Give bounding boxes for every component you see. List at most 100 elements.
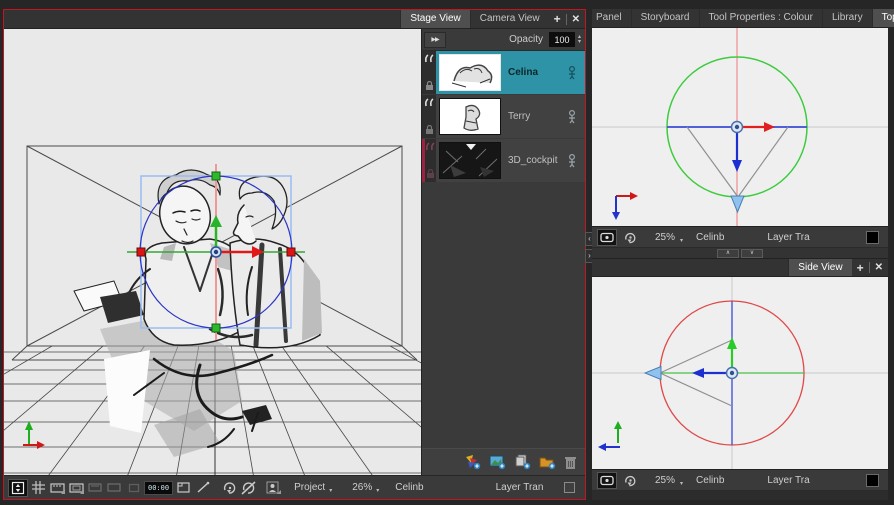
layer-person-icon[interactable] — [567, 110, 577, 124]
view-splitter[interactable]: ∧ ∨ — [592, 248, 888, 259]
rotate-view-button[interactable] — [221, 479, 238, 497]
splitter-up-button[interactable]: ∧ — [717, 249, 739, 258]
stage-scene — [4, 29, 421, 475]
x-arrowhead — [764, 122, 775, 132]
layer-thumbnail[interactable] — [439, 98, 501, 135]
scale-handle-left[interactable] — [137, 248, 145, 256]
layers-panel: ▶▶ Opacity 100 ▴ ▾ — [421, 29, 585, 475]
zoom-level-selector[interactable]: 25% — [655, 475, 675, 486]
lock-icon[interactable] — [425, 125, 434, 135]
tab-top-view[interactable]: Top View — [872, 9, 894, 27]
pivot-center-dot — [735, 125, 739, 129]
tab-tool-properties[interactable]: Tool Properties : Colour — [699, 9, 823, 27]
camera-marker[interactable] — [731, 196, 744, 212]
spinner-down-icon[interactable]: ▾ — [578, 40, 581, 45]
stage-viewport[interactable] — [4, 29, 421, 475]
top-view-viewport[interactable] — [592, 28, 888, 227]
layer-person-icon[interactable] — [567, 66, 577, 80]
add-view-button[interactable]: + — [554, 12, 561, 26]
layer-row-terry[interactable]: Terry — [422, 95, 585, 138]
visibility-icon[interactable] — [424, 54, 435, 63]
lock-icon[interactable] — [425, 81, 434, 91]
camera-mask-button[interactable] — [49, 479, 66, 497]
expand-panel-button[interactable]: ▶▶ — [424, 32, 446, 48]
layer-thumbnail[interactable] — [439, 142, 501, 179]
camera-marker[interactable] — [645, 367, 661, 380]
pivot-center-dot — [214, 250, 218, 254]
scale-handle-bottom[interactable] — [212, 324, 220, 332]
zoom-level-selector[interactable]: 26% — [352, 482, 372, 493]
top-view-toolbar: 25%▾ Celinb Layer Tra — [592, 227, 888, 248]
scene-name-label: Celinb — [696, 232, 724, 243]
layer-name[interactable]: Celina — [508, 67, 567, 78]
tab-controls: + ✕ — [549, 10, 585, 28]
background-color-swatch[interactable] — [866, 474, 879, 487]
background-color-swatch[interactable] — [866, 231, 879, 244]
side-view-viewport[interactable] — [592, 277, 888, 470]
tab-camera-view[interactable]: Camera View — [470, 10, 549, 28]
layer-person-icon[interactable] — [567, 154, 577, 168]
letterbox-icon — [107, 481, 122, 494]
tool-name-label: Layer Tra — [767, 475, 809, 486]
add-vector-layer-icon[interactable] — [464, 454, 481, 470]
layer-thumbnail[interactable] — [439, 54, 501, 91]
mask-overlay-button[interactable] — [87, 479, 104, 497]
tab-side-view[interactable]: Side View — [788, 259, 851, 276]
close-view-button[interactable]: ✕ — [572, 14, 580, 25]
grid-toggle-button[interactable] — [30, 479, 47, 497]
reset-view-button[interactable] — [620, 229, 640, 246]
delete-layer-icon[interactable] — [564, 455, 577, 470]
add-group-icon[interactable] — [539, 454, 556, 470]
zoom-level-selector[interactable]: 25% — [655, 232, 675, 243]
layer-row-celina[interactable]: Celina — [422, 51, 585, 94]
thumbnail-sketch — [440, 99, 500, 134]
z-arrowhead — [732, 160, 742, 172]
opacity-spinner[interactable]: ▴ ▾ — [578, 35, 581, 45]
current-drawing-icon — [266, 481, 281, 495]
reset-view-button[interactable] — [620, 472, 640, 489]
layer-gutter — [422, 95, 436, 138]
layer-actions-bar — [422, 448, 585, 475]
right-dock: Panel Storyboard Tool Properties : Colou… — [592, 9, 888, 500]
ruler-button[interactable] — [194, 479, 211, 497]
dock-footer — [592, 491, 888, 500]
tab-panel[interactable]: Panel — [592, 9, 631, 27]
lock-icon[interactable] — [426, 169, 435, 179]
close-view-button[interactable]: ✕ — [875, 262, 883, 273]
camera-view-toggle-button[interactable] — [597, 472, 617, 489]
layer-name[interactable]: Terry — [508, 111, 567, 122]
letterbox-button[interactable] — [106, 479, 123, 497]
tab-storyboard[interactable]: Storyboard — [631, 9, 699, 27]
scale-handle-right[interactable] — [287, 248, 295, 256]
tab-stage-view[interactable]: Stage View — [400, 10, 469, 28]
grid-icon — [32, 481, 45, 494]
small-mask-button[interactable] — [125, 479, 142, 497]
tabbar-spacer — [4, 10, 400, 28]
visibility-icon[interactable] — [424, 98, 435, 107]
add-view-button[interactable]: + — [857, 261, 864, 275]
thumbnail-view-button[interactable] — [175, 479, 192, 497]
fit-view-icon — [11, 481, 25, 495]
y-arrowhead — [727, 337, 737, 349]
scale-handle-top[interactable] — [212, 172, 220, 180]
layers-empty-area — [422, 183, 585, 448]
layer-row-3d-cockpit[interactable]: 3D_cockpit — [422, 139, 585, 182]
add-bitmap-layer-icon[interactable] — [489, 454, 506, 470]
safe-area-button[interactable] — [68, 479, 85, 497]
splitter-down-button[interactable]: ∨ — [741, 249, 763, 258]
project-selector[interactable]: Project — [294, 482, 325, 493]
fit-view-button[interactable] — [8, 479, 28, 497]
visibility-icon[interactable] — [425, 142, 436, 151]
current-drawing-button[interactable] — [265, 479, 282, 497]
tabbar-spacer — [592, 259, 788, 276]
layer-gutter — [422, 51, 436, 94]
layer-name[interactable]: 3D_cockpit — [508, 155, 567, 166]
reset-rotation-button[interactable] — [240, 479, 257, 497]
camera-view-toggle-button[interactable] — [597, 229, 617, 246]
side-view-toolbar: 25%▾ Celinb Layer Tra — [592, 470, 888, 491]
tool-option-checkbox[interactable] — [564, 482, 575, 493]
tab-divider — [566, 14, 567, 25]
tab-library[interactable]: Library — [822, 9, 872, 27]
opacity-value-field[interactable]: 100 — [549, 32, 575, 47]
duplicate-layer-icon[interactable] — [514, 454, 531, 470]
